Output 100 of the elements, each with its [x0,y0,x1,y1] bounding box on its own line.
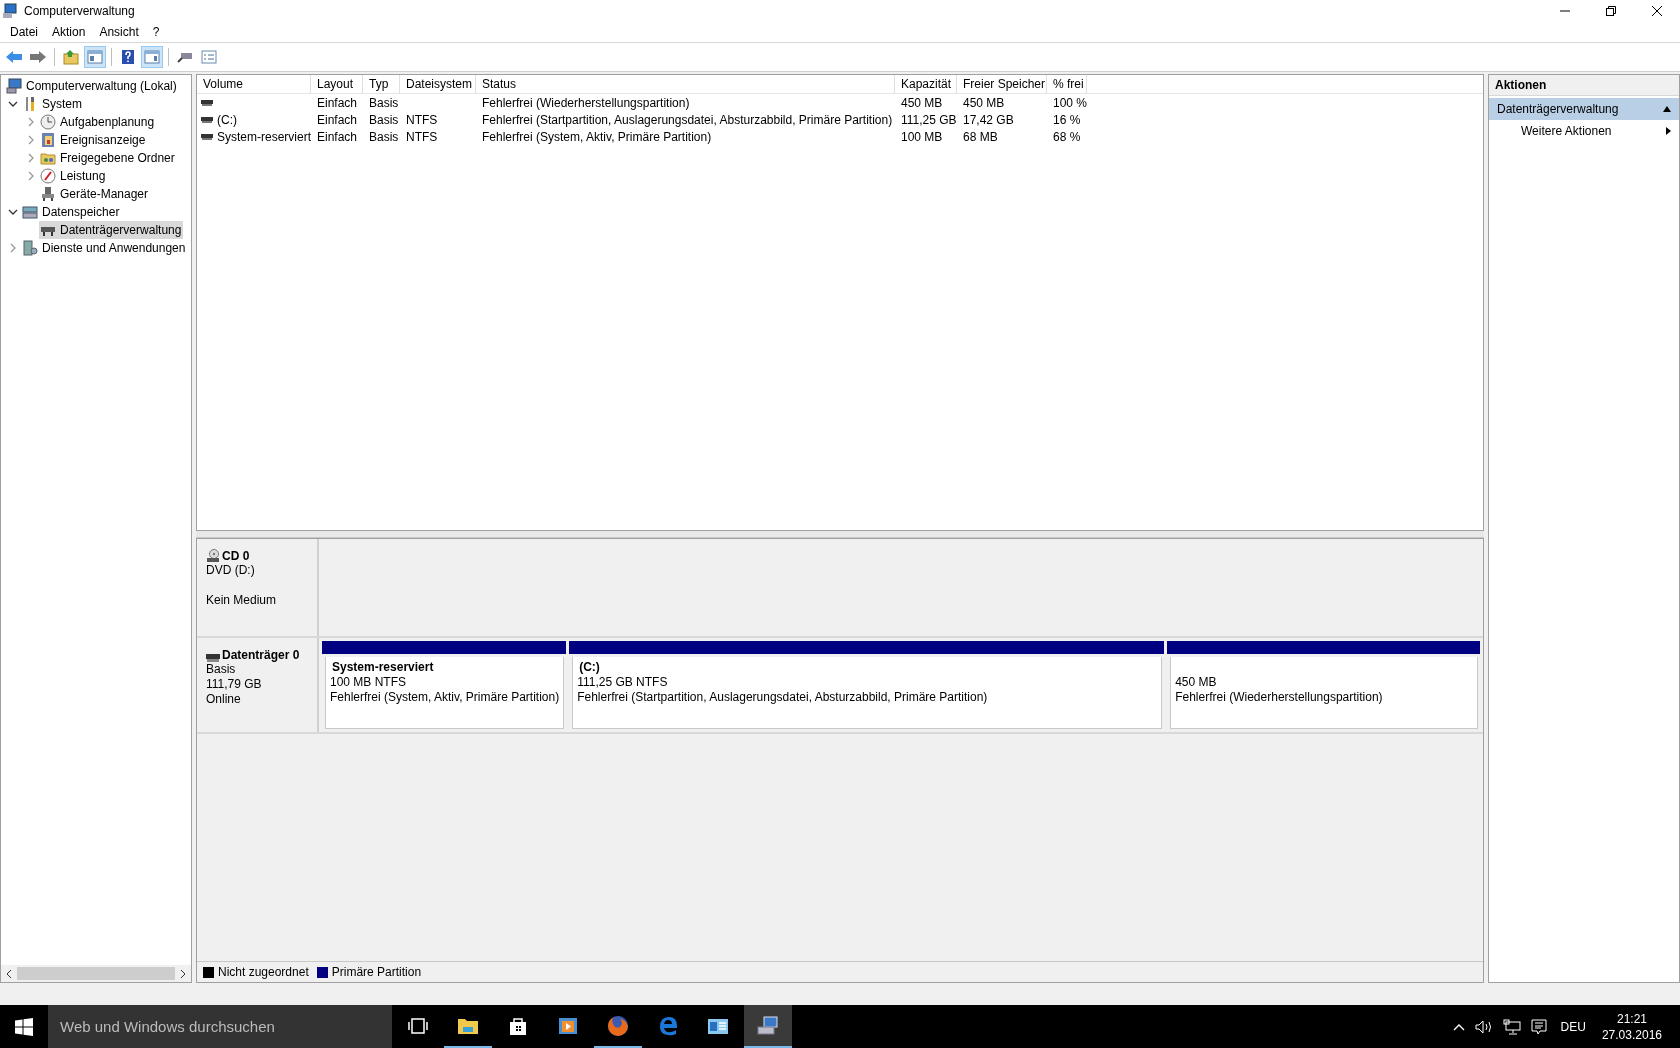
tree-tool-button[interactable] [84,46,106,68]
window-title: Computerverwaltung [24,4,135,18]
submenu-arrow-icon [1666,127,1671,135]
column-header[interactable]: Volume [197,75,311,93]
table-cell: Einfach [317,95,358,110]
table-cell: NTFS [406,129,438,144]
table-cell: 450 MB [901,95,943,110]
legend-label: Primäre Partition [331,965,422,979]
partition-size: 450 MB [1175,675,1218,690]
scroll-right-icon[interactable] [179,969,187,978]
table-cell: Fehlerfrei (Wiederherstellungspartition) [482,95,690,110]
help-icon [119,48,137,66]
table-cell: Basis [369,95,399,110]
column-header[interactable]: Layout [311,75,363,93]
tree-item[interactable]: Ereignisanzeige [39,131,148,149]
clock-icon [40,114,56,130]
forward-icon [29,48,47,66]
actions-section-header[interactable]: Datenträgerverwaltung [1489,98,1679,120]
column-header[interactable]: Freier Speicher [957,75,1047,93]
column-header[interactable]: Typ [363,75,400,93]
disk-detail: Basis [206,662,237,677]
tree-item[interactable]: System [21,95,84,113]
table-cell: Einfach [317,112,358,127]
column-header[interactable]: Kapazität [895,75,957,93]
windows-logo-icon [15,1017,33,1036]
tree-item[interactable]: Aufgabenplanung [39,113,157,131]
gauge-icon [40,168,56,184]
table-cell: 100 % [1053,95,1088,110]
up-icon [62,48,80,66]
partition-block[interactable]: System-reserviert 100 MB NTFS Fehlerfrei (System, Aktiv, Primäre Partition) [325,657,565,729]
tree-item[interactable]: Dienste und Anwendungen [21,239,188,257]
legend-label: Nicht zugeordnet [218,965,309,979]
tree-item[interactable]: Leistung [39,167,108,185]
table-cell: 16 % [1053,112,1081,127]
close-icon [1652,6,1662,16]
table-cell: Fehlerfrei (Startpartition, Auslagerungsdatei, Absturzabbild, Primäre Partition) [482,112,893,127]
language-indicator[interactable]: DEU [1560,1019,1586,1034]
pane-tool-button[interactable] [141,46,163,68]
menu-item[interactable]: Aktion [45,25,93,39]
tree-item[interactable]: Datenspeicher [21,203,122,221]
partition-size: 111,25 GB NTFS [577,675,669,690]
partition-size: 100 MB NTFS [330,675,408,690]
network-icon[interactable] [1502,1018,1521,1035]
log-icon [40,132,56,148]
disk-name: CD 0 [222,549,250,563]
menu-item[interactable]: Ansicht [92,25,146,39]
table-cell: 450 MB [963,95,1005,110]
partition-block[interactable]: (C:) 111,25 GB NTFS Fehlerfrei (Startpartition, Auslagerungsdatei, Absturzabbild, Primäre Partition) [572,657,1163,729]
clock[interactable]: 21:21 27.03.2016 [1601,1010,1662,1043]
table-cell: 17,42 GB [963,112,1014,127]
partition-block[interactable]: 450 MB Fehlerfrei (Wiederherstellungspartition) [1170,657,1478,729]
column-header[interactable]: % frei [1047,75,1087,93]
table-cell: 100 MB [901,129,943,144]
actions-header: Aktionen [1489,75,1679,96]
search-field[interactable]: Web und Windows durchsuchen [48,1005,392,1048]
speaker-icon[interactable] [1474,1019,1493,1034]
partition-name: (C:) [578,660,601,675]
partition-name: System-reserviert [331,660,435,675]
partition-status: Fehlerfrei (Startpartition, Auslagerungsdatei, Absturzabbild, Primäre Partition) [577,690,989,705]
column-header[interactable]: Dateisystem [400,75,476,93]
action-item[interactable]: Weitere Aktionen [1489,120,1679,142]
table-cell: Basis [369,129,399,144]
drive-type: DVD (D:) [206,563,256,578]
scroll-left-icon[interactable] [5,969,13,978]
menu-item[interactable]: Datei [3,25,45,39]
device-icon [40,186,56,202]
show-hidden-icons-icon[interactable] [1452,1022,1465,1031]
computer-icon [6,78,22,94]
table-cell: 111,25 GB [901,112,957,127]
optical-drive-icon [206,549,220,563]
tree-item[interactable]: Freigegebene Ordner [39,149,177,167]
table-cell: 68 MB [963,129,998,144]
table-cell: Basis [369,112,399,127]
tree-item[interactable]: Computerverwaltung (Lokal) [5,77,179,95]
horizontal-scrollbar[interactable] [1,965,191,982]
tree-item[interactable]: Geräte-Manager [39,185,151,203]
menu-item[interactable]: ? [145,25,167,39]
partition-status: Fehlerfrei (System, Aktiv, Primäre Partition) [330,690,560,705]
notification-icon[interactable] [1530,1018,1547,1035]
table-cell: (C:) [217,112,237,127]
tree-item[interactable]: Datenträgerverwaltung [39,221,184,239]
column-header[interactable]: Status [476,75,895,93]
table-cell: System-reserviert [217,129,311,144]
caret-icon [1663,106,1671,112]
back-icon [5,48,23,66]
share-icon [40,150,56,166]
table-cell: Fehlerfrei (System, Aktiv, Primäre Partition) [482,129,712,144]
tree-icon [86,48,104,66]
pane-icon [143,48,161,66]
table-cell: 68 % [1053,129,1081,144]
services-icon [22,240,38,256]
disk-detail: 111,79 GB [206,677,263,692]
app-icon [2,3,18,19]
table-cell: NTFS [406,112,438,127]
disk-name: Datenträger 0 [222,648,300,662]
partition-status: Fehlerfrei (Wiederherstellungspartition) [1175,690,1384,705]
restore-icon [1606,6,1616,16]
scrollbar-thumb[interactable] [17,967,175,980]
table-cell: Einfach [317,129,358,144]
disk-detail: Online [206,692,242,707]
